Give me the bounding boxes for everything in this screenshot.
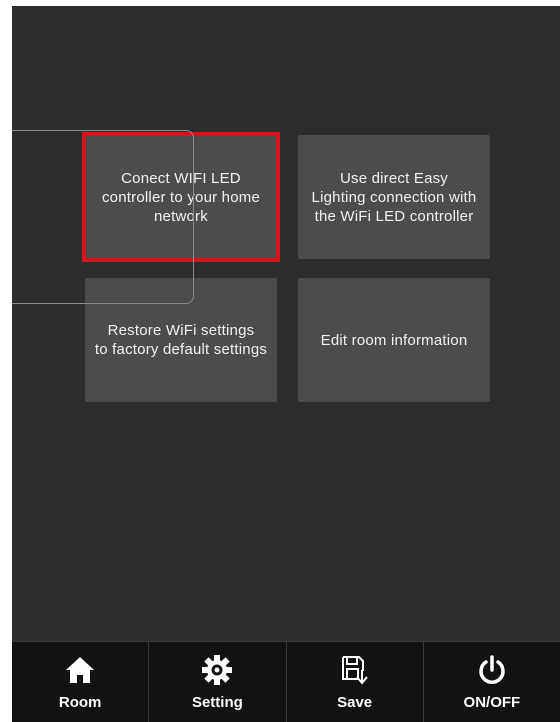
setting-label: Setting bbox=[191, 694, 243, 711]
gear-icon bbox=[199, 652, 235, 688]
room-button[interactable]: Room bbox=[12, 642, 150, 722]
connect-wifi-home-network-tile[interactable]: Conect WIFI LED controller to your home … bbox=[82, 132, 280, 262]
settings-screen: Conect WIFI LED controller to your home … bbox=[12, 6, 560, 722]
bottom-navigation-bar: Room Setting Save ON/OFF bbox=[12, 641, 560, 722]
save-icon bbox=[337, 652, 373, 688]
save-button[interactable]: Save bbox=[287, 642, 424, 722]
home-icon bbox=[62, 652, 98, 688]
save-label: Save bbox=[337, 694, 373, 711]
on-off-label: ON/OFF bbox=[463, 694, 521, 711]
direct-easy-lighting-tile[interactable]: Use direct Easy Lighting connection with… bbox=[298, 135, 490, 259]
on-off-button[interactable]: ON/OFF bbox=[424, 642, 560, 722]
power-icon bbox=[474, 652, 510, 688]
restore-factory-settings-tile[interactable]: Restore WiFi settings to factory default… bbox=[85, 278, 277, 402]
edit-room-information-tile[interactable]: Edit room information bbox=[298, 278, 490, 402]
setting-button[interactable]: Setting bbox=[149, 642, 287, 722]
room-label: Room bbox=[58, 694, 102, 711]
